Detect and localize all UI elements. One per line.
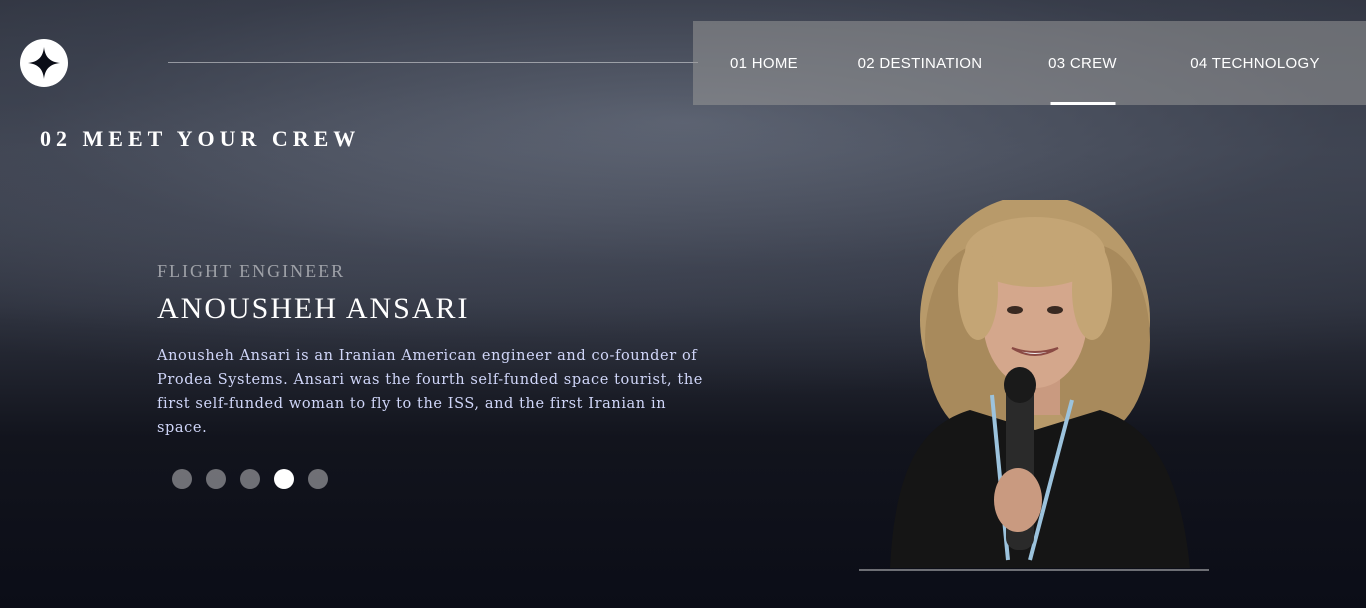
crew-name: ANOUSHEH ANSARI <box>157 292 470 325</box>
header-divider <box>168 62 698 63</box>
logo-star-icon[interactable] <box>20 39 68 87</box>
carousel-dot-4[interactable] <box>274 469 294 489</box>
carousel-dot-1[interactable] <box>172 469 192 489</box>
nav-technology[interactable]: 04 TECHNOLOGY <box>1160 21 1350 105</box>
carousel-dot-5[interactable] <box>308 469 328 489</box>
star-icon <box>28 47 60 79</box>
nav-crew[interactable]: 03 CREW <box>1005 21 1160 105</box>
main-nav: 01 HOME 02 DESTINATION 03 CREW 04 TECHNO… <box>693 21 1366 105</box>
crew-role: FLIGHT ENGINEER <box>157 261 346 281</box>
nav-home[interactable]: 01 HOME <box>693 21 835 105</box>
carousel-dot-3[interactable] <box>240 469 260 489</box>
crew-bio: Anousheh Ansari is an Iranian American e… <box>157 348 703 436</box>
page-title: 02 MEET YOUR CREW <box>40 126 361 151</box>
crew-portrait <box>890 200 1190 568</box>
crew-carousel-dots <box>172 469 328 489</box>
nav-destination[interactable]: 02 DESTINATION <box>835 21 1005 105</box>
portrait-baseline <box>859 569 1209 571</box>
carousel-dot-2[interactable] <box>206 469 226 489</box>
